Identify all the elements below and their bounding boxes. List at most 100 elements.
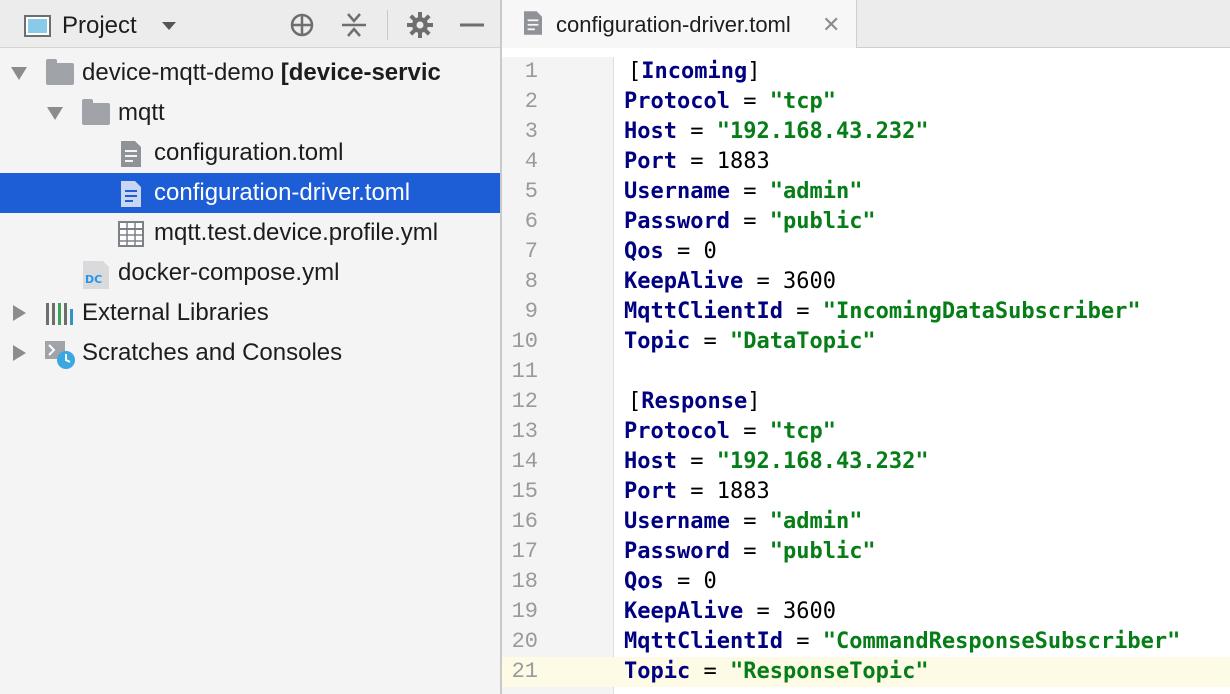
expanded-arrow-icon[interactable] bbox=[47, 107, 63, 120]
code-line: Port = 1883 bbox=[624, 477, 770, 507]
code-line: Username = "admin" bbox=[624, 507, 862, 537]
code-line: [Incoming] bbox=[628, 57, 760, 87]
config-key: Host bbox=[624, 449, 677, 474]
string-value: "public" bbox=[769, 539, 876, 564]
line-number: 12 bbox=[511, 389, 538, 414]
config-key: Protocol bbox=[624, 419, 730, 444]
collapsed-arrow-icon[interactable] bbox=[13, 345, 26, 361]
line-number: 21 bbox=[511, 659, 538, 684]
tab-label: configuration-driver.toml bbox=[556, 12, 791, 37]
project-tool-window: Project device-mqtt-demo [device-servic … bbox=[0, 0, 500, 694]
string-value: "tcp" bbox=[769, 89, 836, 114]
equals-operator: = bbox=[663, 239, 704, 264]
code-line: Password = "public" bbox=[624, 207, 876, 237]
scratches-icon bbox=[45, 341, 75, 369]
code-line: MqttClientId = "IncomingDataSubscriber" bbox=[624, 297, 1141, 327]
project-view-icon bbox=[24, 15, 51, 37]
config-key: Qos bbox=[624, 239, 664, 264]
collapsed-arrow-icon[interactable] bbox=[13, 305, 26, 321]
editor-pane: configuration-driver.toml ✕ 1 2 3 4 5 6 7 8 9 10 1… bbox=[502, 0, 1230, 694]
tree-item-docker-compose-yml[interactable]: DC docker-compose.yml bbox=[0, 253, 500, 293]
tree-item-label: Scratches and Consoles bbox=[82, 339, 343, 366]
config-key: Username bbox=[624, 179, 730, 204]
equals-operator: = bbox=[782, 629, 823, 654]
crosshair-icon bbox=[290, 13, 314, 37]
line-number: 6 bbox=[524, 209, 538, 234]
locate-file-button[interactable] bbox=[287, 10, 317, 40]
tree-item-mqtt-test-device-profile-yml[interactable]: mqtt.test.device.profile.yml bbox=[0, 213, 500, 253]
text-file-icon bbox=[121, 181, 141, 207]
string-value: "admin" bbox=[769, 509, 863, 534]
line-number: 13 bbox=[511, 419, 538, 444]
code-line: KeepAlive = 3600 bbox=[624, 597, 836, 627]
line-number: 4 bbox=[524, 149, 538, 174]
code-line: Protocol = "tcp" bbox=[624, 417, 836, 447]
tree-item-label: configuration-driver.toml bbox=[154, 179, 411, 206]
tree-item-device-mqtt-demo[interactable]: device-mqtt-demo [device-servic bbox=[0, 53, 500, 93]
config-key: Username bbox=[624, 509, 730, 534]
code-line: Port = 1883 bbox=[624, 147, 770, 177]
hide-panel-button[interactable] bbox=[457, 10, 487, 40]
code-line: Qos = 0 bbox=[624, 567, 717, 597]
settings-button[interactable] bbox=[405, 10, 435, 40]
gear-icon bbox=[407, 12, 433, 38]
line-number: 14 bbox=[511, 449, 538, 474]
config-key: Host bbox=[624, 119, 677, 144]
line-number: 17 bbox=[511, 539, 538, 564]
line-number: 11 bbox=[511, 359, 538, 384]
equals-operator: = bbox=[676, 449, 717, 474]
project-view-selector[interactable]: Project bbox=[62, 12, 137, 40]
expanded-arrow-icon[interactable] bbox=[11, 67, 27, 80]
config-key: Qos bbox=[624, 569, 664, 594]
code-line: Host = "192.168.43.232" bbox=[624, 117, 929, 147]
string-value: "CommandResponseSubscriber" bbox=[822, 629, 1181, 654]
close-icon[interactable]: ✕ bbox=[822, 12, 840, 38]
number-value: 3600 bbox=[782, 599, 836, 624]
equals-operator: = bbox=[690, 329, 730, 354]
bracket-close: ] bbox=[747, 389, 761, 414]
code-editor[interactable]: [Incoming] Protocol = "tcp" Host = "192.16… bbox=[614, 57, 1230, 694]
tree-item-configuration-driver-toml[interactable]: configuration-driver.toml bbox=[0, 173, 500, 213]
tree-item-configuration-toml[interactable]: configuration.toml bbox=[0, 133, 500, 173]
line-number: 2 bbox=[524, 89, 538, 114]
folder-icon bbox=[82, 99, 110, 125]
tree-item-label: mqtt.test.device.profile.yml bbox=[154, 219, 439, 246]
tab-configuration-driver-toml[interactable]: configuration-driver.toml ✕ bbox=[502, 0, 857, 48]
line-number: 8 bbox=[524, 269, 538, 294]
text-file-icon bbox=[121, 141, 141, 167]
toolbar-divider bbox=[387, 10, 388, 40]
collapse-all-button[interactable] bbox=[339, 10, 369, 40]
chevron-down-icon[interactable] bbox=[162, 22, 176, 30]
tree-item-label: device-mqtt-demo bbox=[82, 59, 275, 86]
string-value: "DataTopic" bbox=[729, 329, 876, 354]
tree-item-scratches-and-consoles[interactable]: Scratches and Consoles bbox=[0, 333, 500, 373]
config-key: MqttClientId bbox=[624, 299, 783, 324]
line-number: 3 bbox=[524, 119, 538, 144]
line-number: 10 bbox=[511, 329, 538, 354]
string-value: "admin" bbox=[769, 179, 863, 204]
line-number: 19 bbox=[511, 599, 538, 624]
text-file-icon bbox=[524, 11, 542, 35]
libraries-icon bbox=[46, 303, 73, 325]
string-value: "ResponseTopic" bbox=[729, 659, 929, 684]
bracket-close: ] bbox=[747, 59, 761, 84]
number-value: 0 bbox=[703, 569, 717, 594]
code-line: Host = "192.168.43.232" bbox=[624, 447, 929, 477]
table-file-icon bbox=[118, 221, 144, 247]
tree-item-mqtt[interactable]: mqtt bbox=[0, 93, 500, 133]
equals-operator: = bbox=[729, 419, 770, 444]
number-value: 1883 bbox=[716, 479, 770, 504]
tree-item-external-libraries[interactable]: External Libraries bbox=[0, 293, 500, 333]
collapse-all-icon bbox=[342, 13, 366, 37]
string-value: "tcp" bbox=[769, 419, 836, 444]
line-number: 9 bbox=[524, 299, 538, 324]
minimize-icon bbox=[460, 23, 484, 27]
bracket-open: [ bbox=[628, 389, 642, 414]
config-key: Password bbox=[624, 209, 730, 234]
config-key: MqttClientId bbox=[624, 629, 783, 654]
code-line: [Response] bbox=[628, 387, 760, 417]
config-key: Port bbox=[624, 479, 677, 504]
config-key: Topic bbox=[624, 659, 691, 684]
string-value: "IncomingDataSubscriber" bbox=[822, 299, 1141, 324]
project-header: Project bbox=[0, 0, 500, 48]
